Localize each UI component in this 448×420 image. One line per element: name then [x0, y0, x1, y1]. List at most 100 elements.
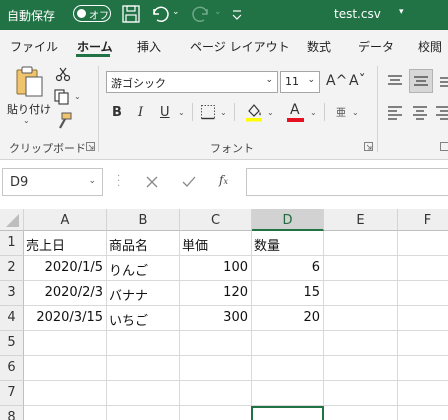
borders-icon[interactable] — [200, 104, 216, 120]
row-header-1[interactable]: 1 — [0, 231, 24, 256]
cell-f2[interactable] — [398, 256, 448, 281]
select-all-corner[interactable] — [0, 209, 24, 231]
column-header-d[interactable]: D — [252, 209, 324, 231]
align-middle-button[interactable] — [409, 69, 433, 93]
row-header-2[interactable]: 2 — [0, 256, 24, 281]
tab-page-layout[interactable]: ページ レイアウト — [190, 38, 290, 55]
shrink-font-icon[interactable]: Aˇ — [349, 73, 366, 89]
row-header-5[interactable]: 5 — [0, 331, 24, 356]
align-top-icon[interactable] — [386, 72, 404, 90]
cell-f6[interactable] — [398, 356, 448, 381]
cell-d5[interactable] — [252, 331, 324, 356]
row-header-6[interactable]: 6 — [0, 356, 24, 381]
cell-c4[interactable]: 300 — [180, 306, 252, 331]
cell-a8[interactable] — [24, 406, 107, 420]
cell-d4[interactable]: 20 — [252, 306, 324, 331]
cell-d3[interactable]: 15 — [252, 281, 324, 306]
align-right-icon[interactable] — [436, 104, 448, 120]
cell-f7[interactable] — [398, 381, 448, 406]
italic-button[interactable]: I — [138, 105, 143, 120]
clipboard-dialog-launcher-icon[interactable] — [86, 142, 96, 152]
customize-toolbar-icon[interactable] — [230, 3, 244, 25]
cut-icon[interactable] — [55, 66, 71, 82]
font-color-dropdown-icon[interactable]: ⌄ — [310, 108, 317, 117]
grow-font-icon[interactable]: A^ — [326, 73, 347, 89]
row-header-8[interactable]: 8 — [0, 406, 24, 420]
phonetic-guide-icon[interactable]: 亜 — [336, 104, 346, 119]
cell-f8[interactable] — [398, 406, 448, 420]
cell-a4[interactable]: 2020/3/15 — [24, 306, 107, 331]
cell-c6[interactable] — [180, 356, 252, 381]
cell-a3[interactable]: 2020/2/3 — [24, 281, 107, 306]
underline-dropdown-icon[interactable]: ⌄ — [178, 108, 185, 117]
column-header-e[interactable]: E — [324, 209, 398, 231]
phonetic-dropdown-icon[interactable]: ⌄ — [352, 108, 359, 117]
cell-f5[interactable] — [398, 331, 448, 356]
cell-a7[interactable] — [24, 381, 107, 406]
cell-a6[interactable] — [24, 356, 107, 381]
row-header-7[interactable]: 7 — [0, 381, 24, 406]
insert-function-icon[interactable]: fx — [219, 173, 228, 187]
underline-button[interactable]: U — [160, 105, 170, 120]
font-size-dropdown-icon[interactable]: ⌄ — [307, 75, 315, 85]
cell-b4[interactable]: いちご — [107, 306, 180, 331]
borders-dropdown-icon[interactable]: ⌄ — [220, 108, 227, 117]
undo-icon[interactable] — [148, 3, 172, 25]
column-header-c[interactable]: C — [180, 209, 252, 231]
column-header-b[interactable]: B — [107, 209, 180, 231]
name-box-dropdown-icon[interactable]: ⌄ — [88, 176, 96, 186]
row-header-4[interactable]: 4 — [0, 306, 24, 331]
copy-dropdown-icon[interactable]: ⌄ — [74, 92, 81, 101]
cell-c3[interactable]: 120 — [180, 281, 252, 306]
cell-d1[interactable]: 数量 — [252, 231, 324, 256]
autosave-toggle[interactable]: オフ — [73, 5, 111, 22]
fill-color-icon[interactable] — [244, 102, 264, 122]
alignment-dialog-launcher-icon[interactable] — [440, 142, 448, 152]
paste-dropdown-icon[interactable]: ⌄ — [23, 116, 30, 125]
save-icon[interactable] — [120, 3, 142, 25]
cell-e2[interactable] — [324, 256, 398, 281]
cell-b5[interactable] — [107, 331, 180, 356]
column-header-f[interactable]: F — [398, 209, 448, 231]
cell-b8[interactable] — [107, 406, 180, 420]
name-box[interactable]: D9 ⌄ — [2, 168, 103, 196]
copy-icon[interactable] — [53, 89, 71, 105]
bold-button[interactable]: B — [112, 105, 122, 120]
cell-c8[interactable] — [180, 406, 252, 420]
cell-a2[interactable]: 2020/1/5 — [24, 256, 107, 281]
font-size-combo[interactable]: 11 ⌄ — [280, 71, 320, 93]
tab-home[interactable]: ホーム — [77, 38, 113, 55]
cell-e4[interactable] — [324, 306, 398, 331]
font-name-combo[interactable]: 游ゴシック ⌄ — [106, 71, 278, 93]
cell-e5[interactable] — [324, 331, 398, 356]
cell-f4[interactable] — [398, 306, 448, 331]
align-left-icon[interactable] — [386, 104, 404, 120]
cell-b3[interactable]: バナナ — [107, 281, 180, 306]
align-center-icon[interactable] — [411, 104, 429, 120]
font-color-icon[interactable]: A — [286, 102, 306, 122]
cell-c5[interactable] — [180, 331, 252, 356]
formula-bar-splitter-icon[interactable]: · · · — [117, 172, 120, 192]
cell-d2[interactable]: 6 — [252, 256, 324, 281]
format-painter-icon[interactable] — [55, 112, 73, 130]
row-header-3[interactable]: 3 — [0, 281, 24, 306]
cell-b1[interactable]: 商品名 — [107, 231, 180, 256]
cell-c1[interactable]: 単価 — [180, 231, 252, 256]
filename-dropdown-icon[interactable]: ▾ — [399, 7, 404, 17]
paste-label[interactable]: 貼り付け — [7, 101, 51, 117]
cell-e7[interactable] — [324, 381, 398, 406]
cell-f3[interactable] — [398, 281, 448, 306]
cell-a1[interactable]: 売上日 — [24, 231, 107, 256]
undo-dropdown-icon[interactable]: ⌄ — [172, 7, 180, 29]
align-bottom-icon[interactable] — [438, 72, 448, 90]
cell-d6[interactable] — [252, 356, 324, 381]
cell-a5[interactable] — [24, 331, 107, 356]
cell-e8[interactable] — [324, 406, 398, 420]
column-header-a[interactable]: A — [24, 209, 107, 231]
font-dialog-launcher-icon[interactable] — [364, 142, 374, 152]
font-name-dropdown-icon[interactable]: ⌄ — [265, 75, 273, 85]
cancel-entry-icon[interactable] — [145, 175, 159, 189]
cell-c7[interactable] — [180, 381, 252, 406]
cell-b6[interactable] — [107, 356, 180, 381]
cell-b2[interactable]: りんご — [107, 256, 180, 281]
